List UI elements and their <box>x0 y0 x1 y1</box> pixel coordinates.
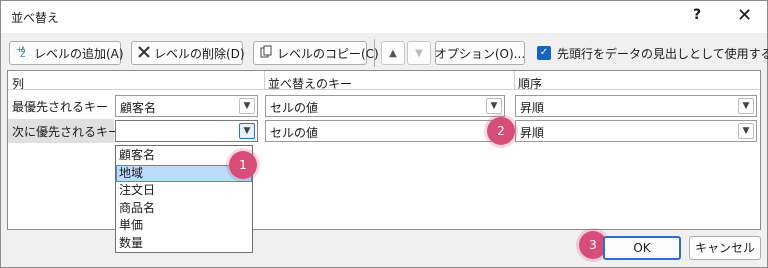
chevron-down-icon[interactable]: ▼ <box>486 98 502 114</box>
row-1-order-value: 昇順 <box>520 101 545 115</box>
has-headers-checkbox[interactable]: ✓ <box>537 46 551 60</box>
help-icon[interactable]: ? <box>693 7 701 23</box>
toolbar-divider <box>374 39 375 67</box>
row-2-column-select[interactable]: ▼ <box>115 120 258 142</box>
row-2-label: 次に優先されるキー <box>12 125 121 139</box>
delete-x-icon <box>138 45 150 61</box>
chevron-down-icon[interactable]: ▼ <box>239 98 255 114</box>
add-level-icon: + Z A <box>16 45 30 62</box>
column-divider <box>514 71 515 89</box>
title-bar: 並べ替え ? ✕ <box>1 1 767 33</box>
sort-dialog: 並べ替え ? ✕ + Z A レベルの追加(A) レベルの削除(D) レベルのコピー… <box>0 0 768 268</box>
add-level-label: レベルの追加(A) <box>34 46 124 61</box>
add-level-button[interactable]: + Z A レベルの追加(A) <box>9 41 124 65</box>
dropdown-option[interactable]: 単価 <box>116 217 252 235</box>
column-divider <box>264 71 265 89</box>
chevron-down-icon[interactable]: ▼ <box>738 98 754 114</box>
row-2-sort-on-select[interactable]: セルの値 <box>265 120 505 142</box>
step-badge-2: 2 <box>487 117 515 145</box>
ok-button[interactable]: OK <box>603 236 681 260</box>
delete-level-button[interactable]: レベルの削除(D) <box>131 41 245 65</box>
row-1-column-select[interactable]: 顧客名 ▼ <box>115 95 258 117</box>
move-up-button[interactable]: ▲ <box>381 41 405 65</box>
chevron-down-icon[interactable]: ▼ <box>239 123 255 139</box>
cancel-button[interactable]: キャンセル <box>689 236 761 260</box>
move-down-icon: ▼ <box>415 47 423 59</box>
close-icon[interactable]: ✕ <box>737 5 752 26</box>
row-1-order-select[interactable]: 昇順 ▼ <box>515 95 757 117</box>
dropdown-option[interactable]: 商品名 <box>116 200 252 218</box>
copy-level-button[interactable]: レベルのコピー(C) <box>253 41 379 65</box>
chevron-down-icon[interactable]: ▼ <box>738 123 754 139</box>
copy-level-label: レベルのコピー(C) <box>277 46 379 61</box>
row-1-sort-on-select[interactable]: セルの値 ▼ <box>265 95 505 117</box>
row-1-sort-on-value: セルの値 <box>270 101 319 115</box>
options-button[interactable]: オプション(O)... <box>435 41 525 65</box>
options-label: オプション(O)... <box>434 46 526 61</box>
row-2-order-value: 昇順 <box>520 126 545 140</box>
step-badge-1: 1 <box>229 151 257 179</box>
row-2-sort-on-value: セルの値 <box>270 126 319 140</box>
dropdown-option[interactable]: 数量 <box>116 235 252 253</box>
move-up-icon: ▲ <box>389 47 397 59</box>
has-headers-label: 先頭行をデータの見出しとして使用する(H) <box>557 47 768 61</box>
row-1-label: 最優先されるキー <box>12 100 109 114</box>
row-2-order-select[interactable]: 昇順 ▼ <box>515 120 757 142</box>
move-down-button[interactable]: ▼ <box>407 41 431 65</box>
copy-icon <box>260 45 273 61</box>
row-1-column-value: 顧客名 <box>120 101 157 115</box>
delete-level-label: レベルの削除(D) <box>154 46 245 61</box>
dropdown-option[interactable]: 注文日 <box>116 182 252 200</box>
dialog-title: 並べ替え <box>11 11 60 25</box>
header-divider <box>8 89 760 90</box>
